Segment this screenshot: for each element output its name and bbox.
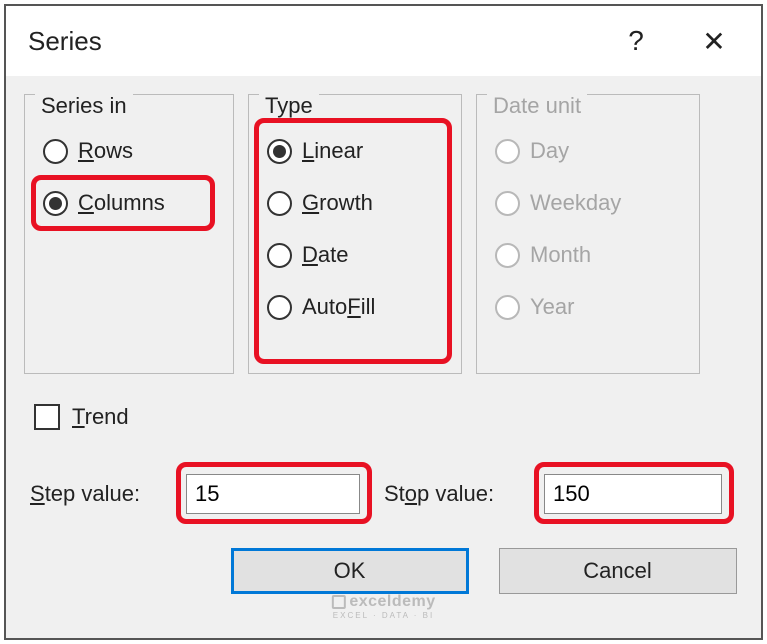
trend-row: Trend [24, 404, 743, 430]
radio-autofill[interactable]: AutoFill [263, 281, 447, 333]
stop-label: Stop value: [384, 481, 544, 507]
group-date-unit: Date unit Day Weekday Month Year [476, 94, 700, 374]
values-row: Step value: Stop value: [24, 466, 743, 522]
radio-icon [267, 243, 292, 268]
radio-growth-label: Growth [302, 190, 373, 216]
watermark-sub: EXCEL · DATA · BI [331, 611, 435, 620]
radio-rows[interactable]: Rows [39, 125, 219, 177]
radio-day-label: Day [530, 138, 569, 164]
stop-value-input[interactable] [544, 474, 722, 514]
group-series-in-legend: Series in [35, 93, 133, 119]
radio-icon [495, 243, 520, 268]
group-date-unit-legend: Date unit [487, 93, 587, 119]
cancel-button-label: Cancel [583, 558, 651, 584]
radio-month: Month [491, 229, 685, 281]
dialog-title: Series [28, 26, 593, 57]
radio-columns-label: Columns [78, 190, 165, 216]
ok-button-label: OK [334, 558, 366, 584]
help-button[interactable]: ? [601, 16, 671, 66]
group-type-legend: Type [259, 93, 319, 119]
radio-date[interactable]: Date [263, 229, 447, 281]
radio-icon [495, 295, 520, 320]
titlebar: Series ? ✕ [6, 6, 761, 76]
series-dialog: Series ? ✕ Series in Rows Columns [4, 4, 763, 640]
watermark-name: exceldemy [349, 593, 435, 611]
radio-icon [267, 191, 292, 216]
radio-icon [495, 191, 520, 216]
radio-growth[interactable]: Growth [263, 177, 447, 229]
radio-icon [43, 191, 68, 216]
radio-weekday: Weekday [491, 177, 685, 229]
radio-icon [267, 139, 292, 164]
trend-checkbox[interactable] [34, 404, 60, 430]
close-button[interactable]: ✕ [679, 16, 749, 66]
group-type: Type Linear Growth Date [248, 94, 462, 374]
help-icon: ? [628, 25, 644, 57]
radio-day: Day [491, 125, 685, 177]
cancel-button[interactable]: Cancel [499, 548, 737, 594]
dialog-body: Series in Rows Columns Type [6, 76, 761, 602]
step-value-input[interactable] [186, 474, 360, 514]
button-row: OK Cancel [24, 548, 743, 594]
watermark: exceldemy EXCEL · DATA · BI [331, 593, 435, 620]
radio-linear-label: Linear [302, 138, 363, 164]
ok-button[interactable]: OK [231, 548, 469, 594]
radio-weekday-label: Weekday [530, 190, 621, 216]
radio-icon [495, 139, 520, 164]
step-label: Step value: [30, 481, 186, 507]
radio-rows-label: Rows [78, 138, 133, 164]
trend-label: Trend [72, 404, 129, 430]
radio-autofill-label: AutoFill [302, 294, 375, 320]
close-icon: ✕ [702, 25, 725, 58]
radio-year-label: Year [530, 294, 574, 320]
radio-date-label: Date [302, 242, 348, 268]
radio-month-label: Month [530, 242, 591, 268]
radio-icon [43, 139, 68, 164]
watermark-icon [331, 595, 345, 609]
group-series-in: Series in Rows Columns [24, 94, 234, 374]
radio-icon [267, 295, 292, 320]
radio-year: Year [491, 281, 685, 333]
radio-columns[interactable]: Columns [39, 177, 219, 229]
radio-linear[interactable]: Linear [263, 125, 447, 177]
